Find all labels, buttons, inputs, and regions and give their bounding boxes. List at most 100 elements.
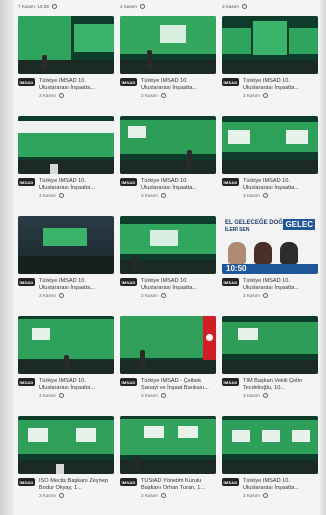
- photo-date: 3 Kasım: [243, 493, 260, 498]
- photo-title: Türkiye İMSAD 10. Uluslararası İnşaatta.…: [243, 178, 299, 191]
- globe-icon: [58, 493, 64, 498]
- photo-card[interactable]: İMSAD Türkiye İMSAD 10. Uluslararası İnş…: [18, 316, 114, 409]
- photo-title: Türkiye İMSAD 10. Uluslararası İnşaatta.…: [39, 278, 95, 291]
- photo-date: 3 Kasım: [243, 393, 260, 398]
- imsad-logo: İMSAD: [222, 378, 239, 386]
- photo-title: Türkiye İMSAD - Çelbek Sanayi ve İnşaat …: [141, 378, 209, 391]
- imsad-logo: İMSAD: [222, 278, 239, 286]
- photo-thumbnail[interactable]: [18, 216, 114, 274]
- photo-date: 3 Kasım: [39, 193, 56, 198]
- photo-date: 3 Kasım: [39, 93, 56, 98]
- globe-icon: [58, 93, 64, 98]
- photo-card[interactable]: İMSAD Türkiye İMSAD 10. Uluslararası İnş…: [222, 416, 318, 509]
- globe-icon: [160, 293, 166, 298]
- top-meta-row: 7 Kasım, 15:38 4 Kasım 3 Kasım: [18, 0, 318, 12]
- globe-icon: [58, 293, 64, 298]
- globe-icon: [262, 193, 268, 198]
- photo-title: Türkiye İMSAD 10. Uluslararası İnşaatta.…: [141, 78, 197, 91]
- photo-date: 3 Kasım: [243, 193, 260, 198]
- photo-date: 3 Kasım: [243, 93, 260, 98]
- photo-thumbnail[interactable]: [222, 116, 318, 174]
- top-meta-3: 3 Kasım: [222, 0, 318, 12]
- photo-card[interactable]: İMSAD Türkiye İMSAD 10. Uluslararası İnş…: [222, 16, 318, 109]
- photo-thumbnail[interactable]: [120, 16, 216, 74]
- photo-title: Türkiye İMSAD 10. Uluslararası İnşaatta.…: [243, 78, 299, 91]
- photo-card[interactable]: İMSAD İSO Meclis Başkanı Zeynep Bodur Ok…: [18, 416, 114, 509]
- photo-thumbnail[interactable]: [120, 416, 216, 474]
- globe-icon: [51, 3, 57, 9]
- photo-thumbnail[interactable]: [222, 316, 318, 374]
- imsad-logo: İMSAD: [222, 78, 239, 86]
- news-headline: EL GELECEĞE DOĞRU: [225, 220, 292, 226]
- globe-icon: [262, 93, 268, 98]
- photo-date: 3 Kasım: [39, 293, 56, 298]
- news-time: 10:50: [226, 264, 247, 273]
- photo-grid-page: 7 Kasım, 15:38 4 Kasım 3 Kasım İMSAD Tür…: [0, 0, 326, 515]
- photo-date: 3 Kasım: [39, 393, 56, 398]
- photo-thumbnail[interactable]: [120, 316, 216, 374]
- globe-icon: [262, 293, 268, 298]
- photo-date: 3 Kasım: [141, 293, 158, 298]
- photo-title: Türkiye İMSAD 10. Uluslararası İnşaatta.…: [141, 178, 197, 191]
- imsad-logo: İMSAD: [120, 78, 137, 86]
- photo-title: İSO Meclis Başkanı Zeynep Bodur Okyay, 1…: [39, 478, 109, 491]
- photo-card[interactable]: İMSAD TİM Başkan Vekili Çetin Tecdelioğl…: [222, 316, 318, 409]
- photo-card[interactable]: İMSAD Türkiye İMSAD 10. Uluslararası İnş…: [222, 116, 318, 209]
- imsad-logo: İMSAD: [18, 478, 35, 486]
- photo-card[interactable]: İMSAD Türkiye İMSAD 10. Uluslararası İnş…: [18, 116, 114, 209]
- globe-icon: [262, 493, 268, 498]
- photo-title: Türkiye İMSAD 10. Uluslararası İnşaatta.…: [141, 278, 197, 291]
- globe-icon: [160, 93, 166, 98]
- imsad-logo: İMSAD: [222, 178, 239, 186]
- photo-thumbnail[interactable]: [18, 16, 114, 74]
- globe-icon: [58, 393, 64, 398]
- globe-icon: [262, 393, 268, 398]
- photo-title: Türkiye İMSAD 10. Uluslararası İnşaatta.…: [243, 278, 299, 291]
- photo-card[interactable]: EL GELECEĞE DOĞRU İLERİ SEN GELEC 10:50 …: [222, 216, 318, 309]
- imsad-logo: İMSAD: [120, 178, 137, 186]
- news-tag: GELEC: [283, 219, 315, 230]
- photo-thumbnail[interactable]: EL GELECEĞE DOĞRU İLERİ SEN GELEC 10:50: [222, 216, 318, 274]
- photo-date: 3 Kasım: [141, 493, 158, 498]
- globe-icon: [160, 393, 166, 398]
- photo-thumbnail[interactable]: [18, 416, 114, 474]
- photo-card[interactable]: İMSAD Türkiye İMSAD 10. Uluslararası İnş…: [120, 116, 216, 209]
- photo-title: Türkiye İMSAD 10. Uluslararası İnşaatta.…: [39, 378, 95, 391]
- photo-date: 3 Kasım: [141, 393, 158, 398]
- imsad-logo: İMSAD: [222, 478, 239, 486]
- photo-title: TÜSİAD Yönetim Kurulu Başkanı Orhan Tura…: [141, 478, 206, 491]
- photo-card[interactable]: İMSAD Türkiye İMSAD 10. Uluslararası İnş…: [120, 216, 216, 309]
- photo-title: Türkiye İMSAD 10. Uluslararası İnşaatta.…: [243, 478, 299, 491]
- photo-title: Türkiye İMSAD 10. Uluslararası İnşaatta.…: [39, 178, 95, 191]
- news-subheadline: İLERİ SEN: [225, 227, 250, 233]
- photo-card[interactable]: İMSAD Türkiye İMSAD 10. Uluslararası İnş…: [120, 16, 216, 109]
- photo-date: 3 Kasım: [39, 493, 56, 498]
- imsad-logo: İMSAD: [120, 278, 137, 286]
- photo-card[interactable]: İMSAD Türkiye İMSAD 10. Uluslararası İnş…: [18, 216, 114, 309]
- photo-date: 3 Kasım: [141, 193, 158, 198]
- imsad-logo: İMSAD: [120, 378, 137, 386]
- photo-card[interactable]: İMSAD Türkiye İMSAD 10. Uluslararası İnş…: [18, 16, 114, 109]
- photo-thumbnail[interactable]: [222, 416, 318, 474]
- photo-card[interactable]: İMSAD TÜSİAD Yönetim Kurulu Başkanı Orha…: [120, 416, 216, 509]
- photo-title: Türkiye İMSAD 10. Uluslararası İnşaatta.…: [39, 78, 95, 91]
- globe-icon: [241, 3, 247, 9]
- photo-card[interactable]: İMSAD Türkiye İMSAD - Çelbek Sanayi ve İ…: [120, 316, 216, 409]
- photo-grid: İMSAD Türkiye İMSAD 10. Uluslararası İnş…: [18, 16, 318, 509]
- photo-thumbnail[interactable]: [120, 116, 216, 174]
- imsad-logo: İMSAD: [120, 478, 137, 486]
- globe-icon: [139, 3, 145, 9]
- photo-date: 3 Kasım: [141, 93, 158, 98]
- photo-date: 3 Kasım: [243, 293, 260, 298]
- photo-thumbnail[interactable]: [120, 216, 216, 274]
- top-meta-2: 4 Kasım: [120, 0, 216, 12]
- photo-title: TİM Başkan Vekili Çetin Tecdelioğlu, 10.…: [243, 378, 303, 391]
- imsad-logo: İMSAD: [18, 178, 35, 186]
- photo-thumbnail[interactable]: [18, 116, 114, 174]
- photo-thumbnail[interactable]: [222, 16, 318, 74]
- imsad-logo: İMSAD: [18, 278, 35, 286]
- imsad-logo: İMSAD: [18, 78, 35, 86]
- top-meta-1: 7 Kasım, 15:38: [18, 0, 114, 12]
- globe-icon: [58, 193, 64, 198]
- photo-thumbnail[interactable]: [18, 316, 114, 374]
